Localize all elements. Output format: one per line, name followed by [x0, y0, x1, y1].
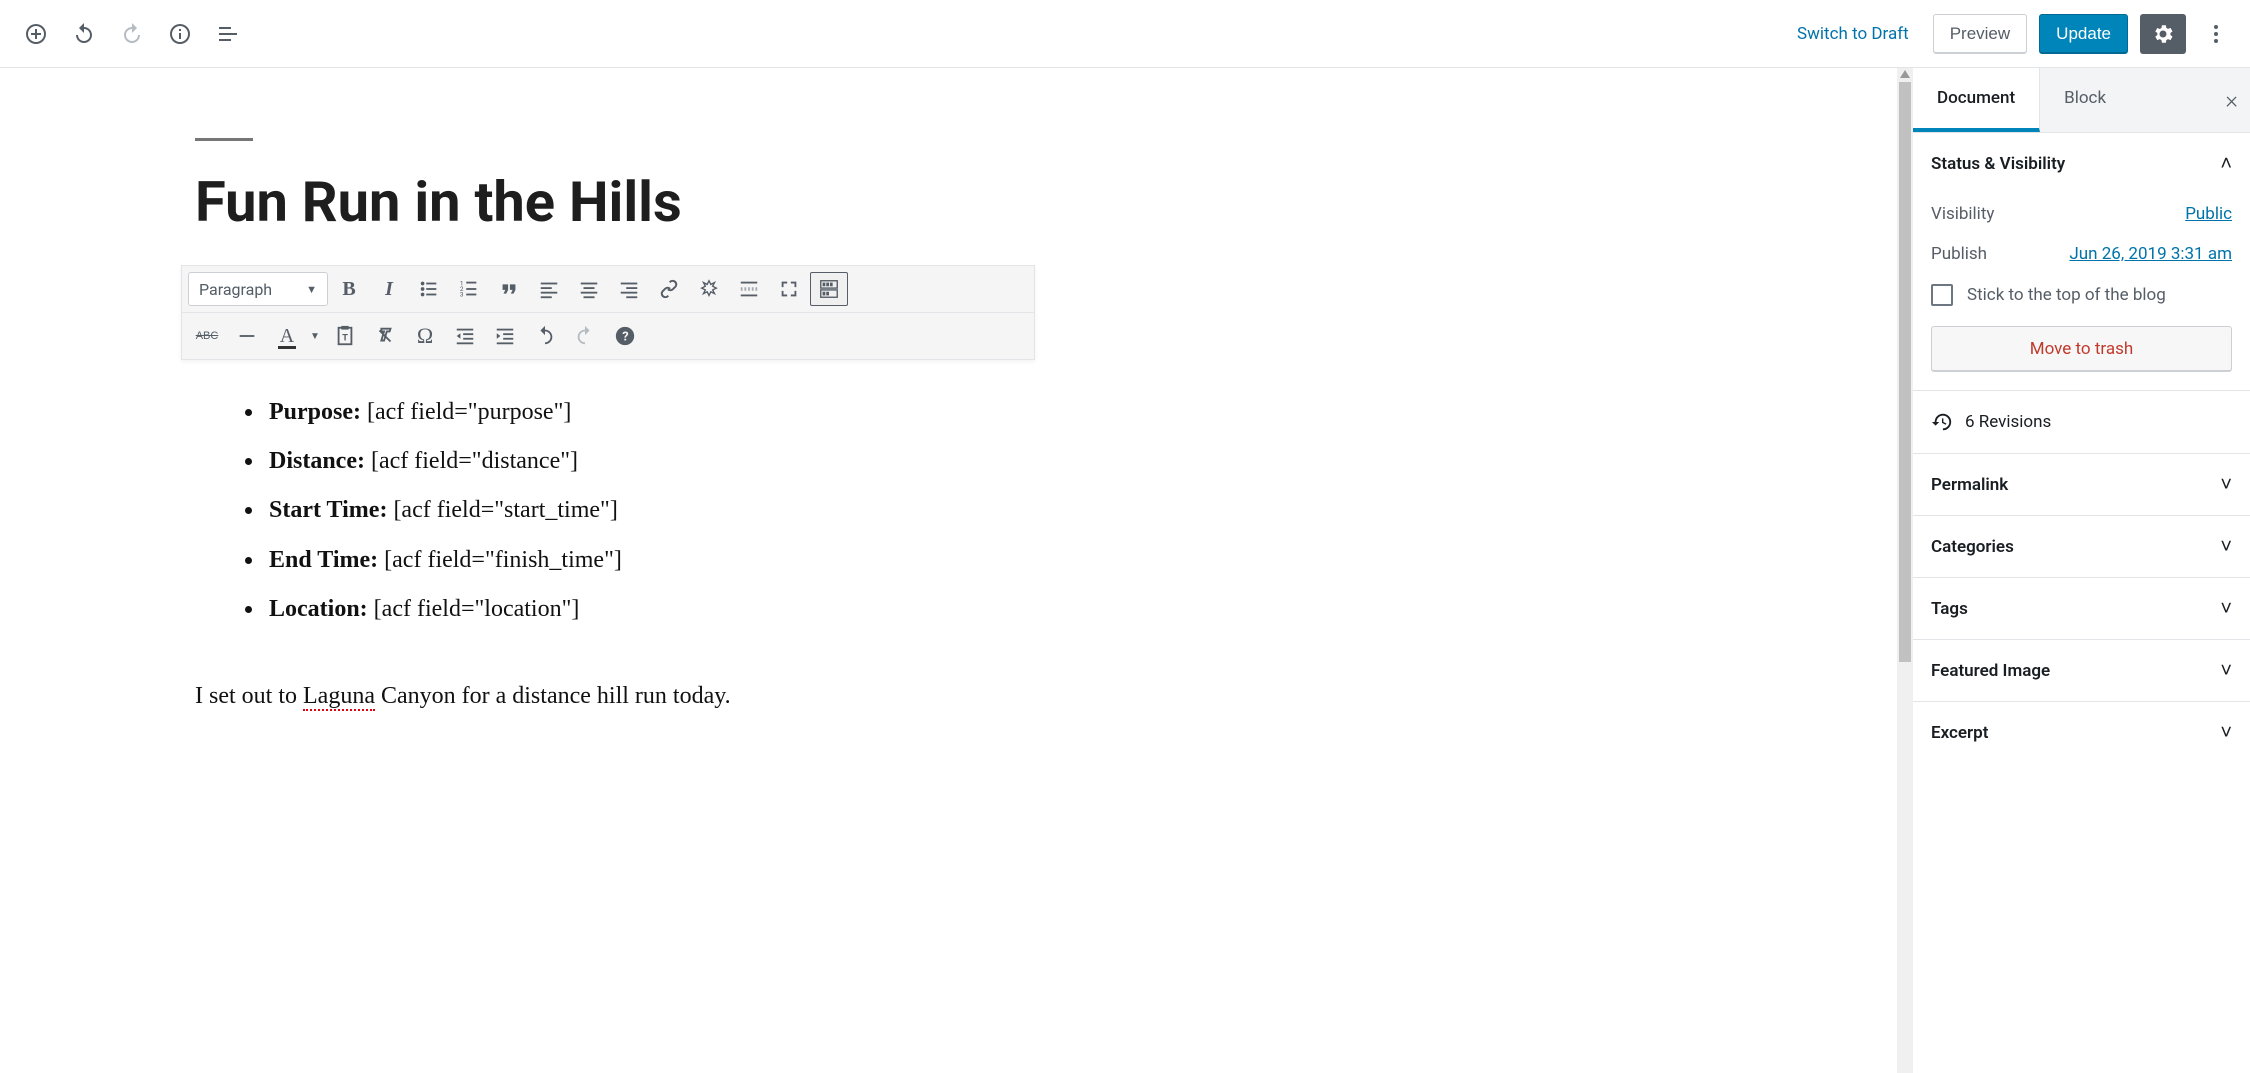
post-content[interactable]: Purpose: [acf field="purpose"] Distance:… — [195, 360, 1035, 721]
visibility-value-link[interactable]: Public — [2185, 204, 2232, 224]
redo-editor-button — [566, 319, 604, 353]
text-color-dropdown[interactable]: ▼ — [306, 331, 324, 342]
outdent-button[interactable] — [446, 319, 484, 353]
panel-head-tags[interactable]: Tags˅ — [1913, 578, 2250, 639]
align-center-button[interactable] — [570, 272, 608, 306]
chevron-down-icon: ˅ — [2220, 720, 2232, 745]
settings-button[interactable] — [2140, 14, 2186, 54]
revisions-label: 6 Revisions — [1965, 412, 2051, 432]
add-block-button[interactable] — [16, 14, 56, 54]
strikethrough-button[interactable]: ABC — [188, 319, 226, 353]
main: Fun Run in the Hills Paragraph ▼ B I 123 — [0, 68, 2250, 1073]
special-character-button[interactable]: Ω — [406, 319, 444, 353]
panel-permalink: Permalink˅ — [1913, 454, 2250, 516]
editor-canvas[interactable]: Fun Run in the Hills Paragraph ▼ B I 123 — [0, 68, 1912, 1073]
align-right-button[interactable] — [610, 272, 648, 306]
link-button[interactable] — [650, 272, 688, 306]
horizontal-rule-button[interactable] — [228, 319, 266, 353]
panel-head-excerpt[interactable]: Excerpt˅ — [1913, 702, 2250, 763]
italic-button[interactable]: I — [370, 272, 408, 306]
panel-head-featured-image[interactable]: Featured Image˅ — [1913, 640, 2250, 701]
tab-document[interactable]: Document — [1913, 68, 2040, 132]
outline-button[interactable] — [208, 14, 248, 54]
revisions-row[interactable]: 6 Revisions — [1913, 391, 2250, 454]
panel-head-status[interactable]: Status & Visibility ˄ — [1913, 133, 2250, 194]
undo-button[interactable] — [64, 14, 104, 54]
panel-head-permalink[interactable]: Permalink˅ — [1913, 454, 2250, 515]
publish-date-link[interactable]: Jun 26, 2019 3:31 am — [2069, 244, 2232, 264]
close-sidebar-button[interactable]: × — [2225, 86, 2238, 114]
indent-button[interactable] — [486, 319, 524, 353]
blockquote-button[interactable] — [490, 272, 528, 306]
body-paragraph: I set out to Laguna Canyon for a distanc… — [195, 672, 1035, 721]
scroll-up-icon[interactable] — [1900, 70, 1910, 78]
help-button[interactable]: ? — [606, 319, 644, 353]
switch-to-draft-link[interactable]: Switch to Draft — [1785, 24, 1921, 44]
stick-to-top-label: Stick to the top of the blog — [1967, 285, 2166, 305]
undo-editor-button[interactable] — [526, 319, 564, 353]
settings-sidebar: Document Block × Status & Visibility ˄ V… — [1912, 68, 2250, 1073]
svg-text:3: 3 — [460, 290, 464, 298]
panel-excerpt: Excerpt˅ — [1913, 702, 2250, 763]
format-select[interactable]: Paragraph ▼ — [188, 272, 328, 306]
chevron-down-icon: ▼ — [306, 283, 317, 296]
chevron-down-icon: ˅ — [2220, 472, 2232, 497]
info-button[interactable] — [160, 14, 200, 54]
sidebar-tabs: Document Block × — [1913, 68, 2250, 133]
chevron-down-icon: ˅ — [2220, 596, 2232, 621]
list-item: Purpose: [acf field="purpose"] — [265, 388, 1035, 437]
move-to-trash-button[interactable]: Move to trash — [1931, 326, 2232, 372]
bullet-list-button[interactable] — [410, 272, 448, 306]
paste-text-button[interactable]: T — [326, 319, 364, 353]
tab-block[interactable]: Block — [2040, 68, 2130, 132]
scrollbar-track[interactable] — [1897, 68, 1913, 1073]
toolbar-left — [16, 14, 248, 54]
list-item: Start Time: [acf field="start_time"] — [265, 486, 1035, 535]
redo-button — [112, 14, 152, 54]
top-toolbar: Switch to Draft Preview Update — [0, 0, 2250, 68]
format-select-label: Paragraph — [199, 280, 272, 299]
history-icon — [1931, 411, 1953, 433]
stick-to-top-checkbox[interactable] — [1931, 284, 1953, 306]
panel-head-categories[interactable]: Categories˅ — [1913, 516, 2250, 577]
kebab-icon — [2204, 22, 2228, 46]
panel-tags: Tags˅ — [1913, 578, 2250, 640]
chevron-down-icon: ˅ — [2220, 534, 2232, 559]
update-button[interactable]: Update — [2039, 14, 2128, 54]
toolbar-toggle-button[interactable] — [810, 272, 848, 306]
visibility-label: Visibility — [1931, 204, 1994, 224]
preview-button[interactable]: Preview — [1933, 14, 2027, 54]
more-options-button[interactable] — [2198, 14, 2234, 54]
list-item: Distance: [acf field="distance"] — [265, 437, 1035, 486]
scrollbar-thumb[interactable] — [1899, 82, 1911, 662]
numbered-list-button[interactable]: 123 — [450, 272, 488, 306]
svg-text:T: T — [342, 334, 348, 344]
wp-shortcode-button[interactable] — [690, 272, 728, 306]
align-left-button[interactable] — [530, 272, 568, 306]
shortcode-list: Purpose: [acf field="purpose"] Distance:… — [195, 388, 1035, 634]
panel-status-visibility: Status & Visibility ˄ Visibility Public … — [1913, 133, 2250, 391]
toolbar-right: Switch to Draft Preview Update — [1785, 14, 2234, 54]
chevron-up-icon: ˄ — [2220, 151, 2232, 176]
text-color-button[interactable]: A — [268, 319, 306, 353]
fullscreen-button[interactable] — [770, 272, 808, 306]
read-more-button[interactable] — [730, 272, 768, 306]
bold-button[interactable]: B — [330, 272, 368, 306]
svg-text:?: ? — [622, 330, 628, 345]
panel-categories: Categories˅ — [1913, 516, 2250, 578]
chevron-down-icon: ˅ — [2220, 658, 2232, 683]
clear-formatting-button[interactable] — [366, 319, 404, 353]
spellcheck-word[interactable]: Laguna — [303, 683, 375, 711]
list-item: End Time: [acf field="finish_time"] — [265, 536, 1035, 585]
list-item: Location: [acf field="location"] — [265, 585, 1035, 634]
panel-featured-image: Featured Image˅ — [1913, 640, 2250, 702]
title-decoration — [195, 138, 253, 141]
post-title[interactable]: Fun Run in the Hills — [195, 169, 1035, 235]
publish-label: Publish — [1931, 244, 1987, 264]
gear-icon — [2151, 22, 2175, 46]
classic-editor-toolbar: Paragraph ▼ B I 123 — [181, 265, 1035, 360]
